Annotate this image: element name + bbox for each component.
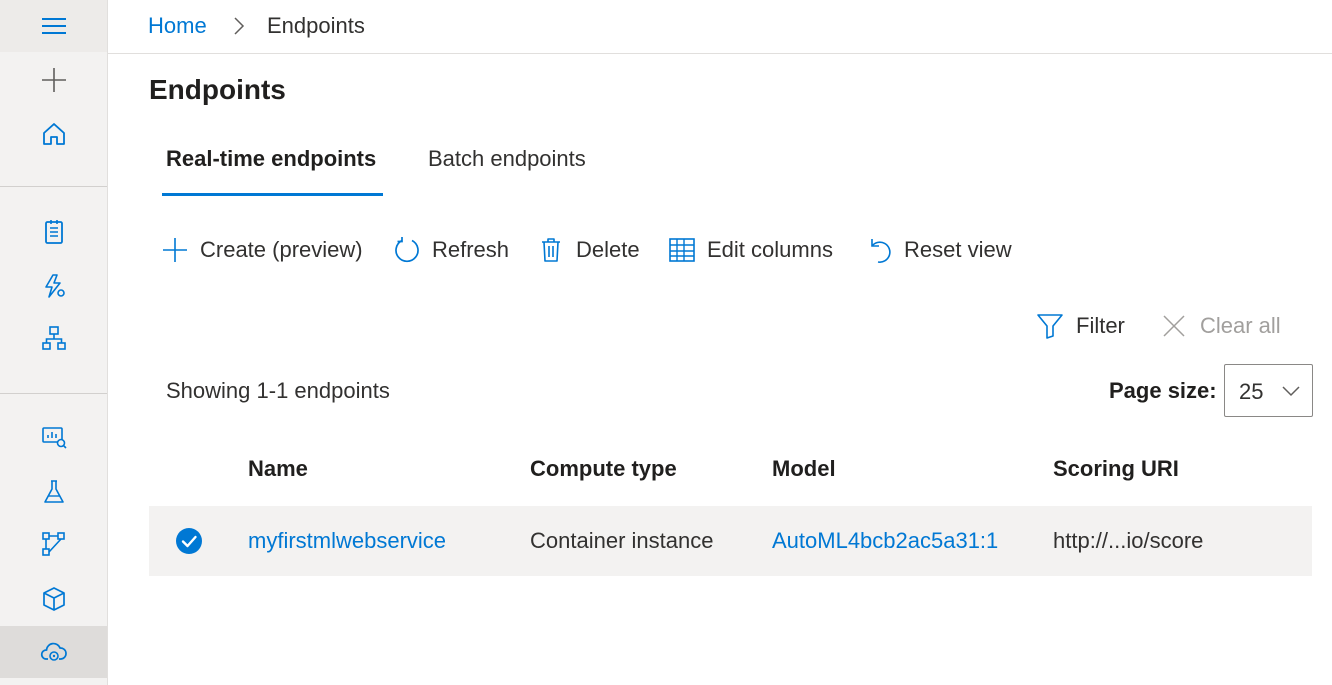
page-size-label: Page size:: [1109, 378, 1217, 403]
model-link[interactable]: AutoML4bcb2ac5a31:1: [772, 528, 998, 554]
plus-icon: [41, 68, 66, 92]
nav-notebooks[interactable]: [0, 206, 107, 258]
endpoints-icon: [40, 642, 67, 661]
compute-type-cell: Container instance: [530, 528, 714, 553]
nav-endpoints[interactable]: [0, 626, 107, 678]
page-size-value: 25: [1239, 379, 1264, 404]
rail-divider: [0, 186, 107, 187]
breadcrumb-home-link[interactable]: Home: [148, 13, 207, 39]
breadcrumb-current: Endpoints: [267, 13, 365, 38]
automl-icon: [44, 274, 65, 298]
trash-icon: [542, 238, 560, 262]
clear-all-button[interactable]: Clear all: [1160, 310, 1281, 342]
scoring-uri-cell: http://...io/score: [1053, 528, 1204, 553]
reset-view-label: Reset view: [904, 237, 1012, 262]
close-icon: [1163, 315, 1185, 337]
hamburger-icon: [41, 18, 66, 34]
home-icon: [42, 123, 65, 145]
column-header-scoring-uri[interactable]: Scoring URI: [1053, 456, 1179, 482]
tab-batch-endpoints[interactable]: Batch endpoints: [428, 146, 586, 172]
refresh-icon: [395, 237, 419, 263]
create-label: Create (preview): [200, 237, 363, 262]
edit-columns-button[interactable]: Edit columns: [667, 232, 833, 268]
tab-real-time-endpoints[interactable]: Real-time endpoints: [166, 146, 376, 172]
menu-toggle-button[interactable]: [0, 0, 107, 52]
delete-label: Delete: [576, 237, 640, 262]
selected-tab-indicator: [162, 193, 383, 196]
delete-button[interactable]: Delete: [536, 232, 640, 268]
plus-icon: [163, 238, 187, 262]
datasets-icon: [41, 427, 67, 449]
results-count: Showing 1-1 endpoints: [166, 378, 390, 403]
create-new-button[interactable]: [0, 54, 107, 106]
reset-view-button[interactable]: Reset view: [864, 232, 1012, 268]
nav-pipelines[interactable]: [0, 518, 107, 570]
endpoint-name-link[interactable]: myfirstmlwebservice: [248, 528, 446, 554]
column-header-name[interactable]: Name: [248, 456, 308, 482]
page-size-dropdown[interactable]: 25: [1224, 364, 1313, 417]
experiments-icon: [43, 480, 64, 503]
left-nav-rail: [0, 0, 108, 685]
column-header-model[interactable]: Model: [772, 456, 836, 482]
filter-label: Filter: [1076, 313, 1125, 338]
checkmark-circle-icon[interactable]: [175, 527, 203, 555]
table-row[interactable]: myfirstmlwebservice Container instance A…: [149, 506, 1312, 576]
breadcrumb: Home Endpoints: [108, 0, 1332, 54]
designer-icon: [41, 326, 66, 350]
filter-button[interactable]: Filter: [1036, 310, 1125, 342]
nav-home[interactable]: [0, 108, 107, 160]
refresh-label: Refresh: [432, 237, 510, 262]
filter-icon: [1037, 314, 1063, 339]
column-header-compute-type[interactable]: Compute type: [530, 456, 677, 482]
nav-models[interactable]: [0, 573, 107, 625]
chevron-down-icon: [1282, 386, 1300, 397]
page-title: Endpoints: [149, 74, 286, 105]
clear-all-label: Clear all: [1200, 313, 1281, 338]
undo-icon: [871, 239, 891, 263]
create-button[interactable]: Create (preview): [160, 232, 363, 268]
pipelines-icon: [41, 532, 65, 556]
edit-columns-label: Edit columns: [707, 237, 833, 262]
nav-datasets[interactable]: [0, 411, 107, 463]
notebook-icon: [44, 220, 63, 244]
models-icon: [42, 587, 65, 611]
nav-designer[interactable]: [0, 312, 107, 364]
nav-automated-ml[interactable]: [0, 260, 107, 312]
chevron-right-icon: [234, 17, 245, 35]
table-columns-icon: [669, 238, 695, 262]
refresh-button[interactable]: Refresh: [392, 232, 509, 268]
nav-experiments[interactable]: [0, 466, 107, 518]
rail-divider: [0, 393, 107, 394]
